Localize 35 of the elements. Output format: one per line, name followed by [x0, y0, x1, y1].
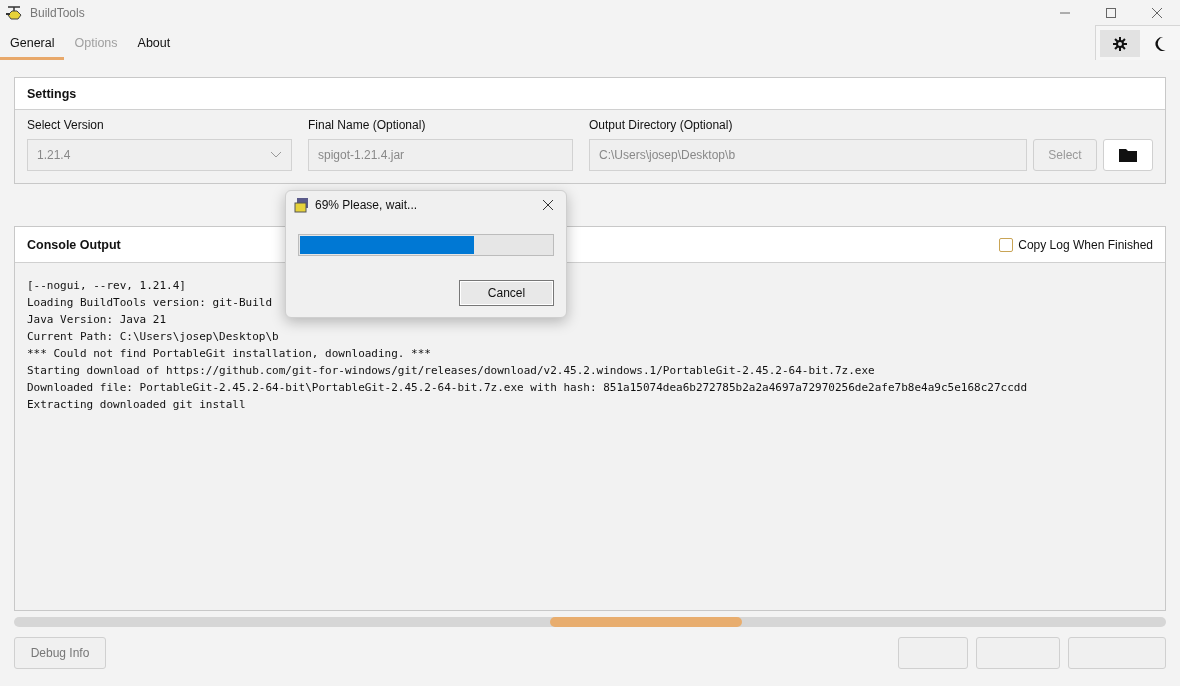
log-line: Starting download of https://github.com/git-for-windows/git/releases/download/v2.45.2.windows.1/PortableGit-2.45.2-64-bit.7z.exe [27, 363, 875, 379]
log-line: [--nogui, --rev, 1.21.4] [27, 278, 186, 294]
field-label: Select Version [27, 118, 105, 132]
log-line: Java Version: Java 21 [27, 312, 167, 328]
version-dropdown[interactable]: 1.21.4 [27, 139, 292, 171]
maximize-icon [1105, 6, 1117, 19]
copy-log-checkbox[interactable]: Copy Log When Finished [999, 237, 1153, 252]
sun-icon [1112, 35, 1128, 52]
close-icon [1151, 6, 1163, 19]
input-field[interactable]: spigot-1.21.4.jar [308, 139, 573, 171]
folder-icon [1119, 148, 1137, 162]
app-icon [6, 4, 24, 21]
tab[interactable]: About [127, 25, 181, 60]
dialog-title: 69% Please, wait... [315, 198, 418, 212]
field-label: Output Directory (Optional) [589, 118, 734, 132]
app-icon [294, 197, 310, 213]
cancel-button[interactable]: Cancel [459, 280, 554, 306]
field-label: Final Name (Optional) [308, 118, 427, 132]
chevron-down-icon [270, 151, 282, 159]
close-icon[interactable] [542, 199, 554, 211]
panel-title: Settings [27, 86, 77, 101]
moon-icon [1153, 35, 1167, 52]
debug-info-button[interactable]: Debug Info [14, 637, 106, 669]
log-line: Current Path: C:\Users\josep\Desktop\b [27, 329, 279, 345]
folder-button[interactable] [1103, 139, 1153, 171]
log-line: Loading BuildTools version: git-Build [27, 295, 273, 311]
window-title: BuildTools [30, 5, 85, 20]
light-theme-button[interactable] [1100, 30, 1140, 57]
select-button[interactable]: Select [1033, 139, 1097, 171]
panel-title: Console Output [27, 237, 121, 252]
log-line: Downloaded file: PortableGit-2.45.2-64-bit\PortableGit-2.45.2-64-bit.7z.exe with hash: 851a15074dea6b272785b2a2a4697a72970256de2afe7b8e4a9c5e168c27ccdd [27, 380, 1027, 396]
input-field[interactable]: C:\Users\josep\Desktop\b [589, 139, 1027, 171]
log-line: *** Could not find PortableGit installation, downloading. *** [27, 346, 431, 362]
tab[interactable]: General [0, 25, 65, 60]
log-line: Extracting downloaded git install [27, 397, 246, 413]
